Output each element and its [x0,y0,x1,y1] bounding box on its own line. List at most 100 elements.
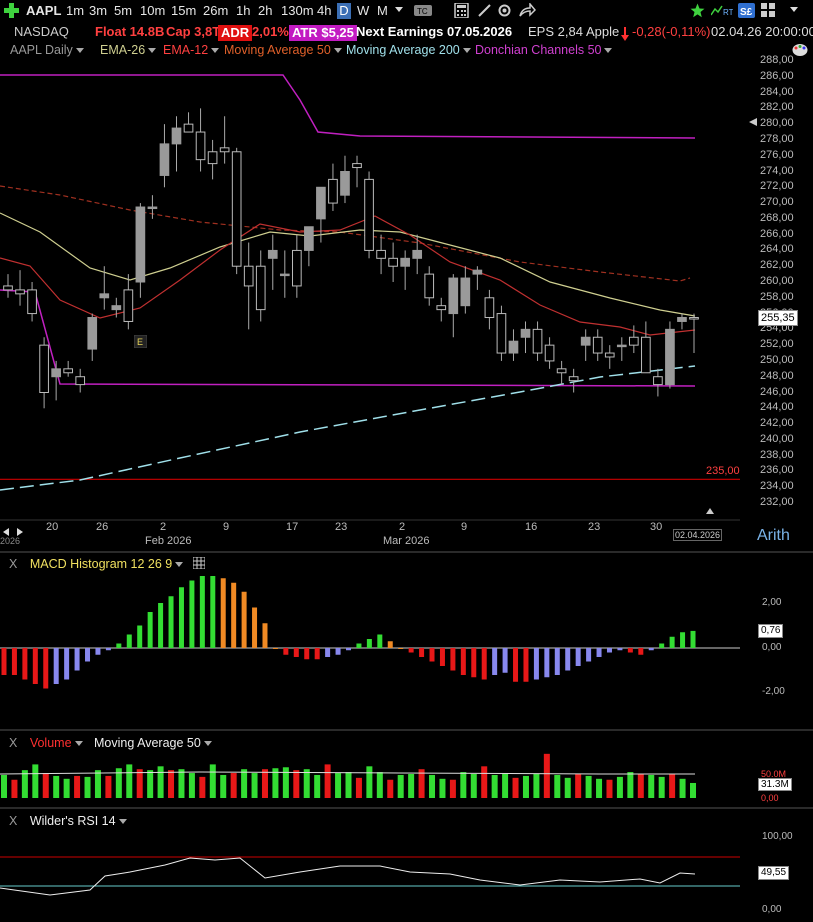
rsi-close-button[interactable]: X [9,814,17,828]
candle-body [195,131,206,161]
volume-bar [293,770,300,798]
volume-bar [335,773,342,798]
macd-bar [439,648,445,666]
price-tick: 280,00 [760,117,794,130]
macd-bar [575,648,581,666]
scroll-up-icon[interactable] [706,508,714,514]
volume-bar [575,774,582,798]
macd-last-box: 0,76 [758,624,784,638]
volume-bar [230,773,237,798]
svg-text:E: E [137,337,143,347]
macd-bar [325,648,331,657]
price-tick: 268,00 [760,211,794,224]
volume-bar [481,766,488,798]
price-tick: 278,00 [760,132,794,145]
macd-bar [627,648,633,653]
time-tick: 26 [96,521,109,533]
volume-bar [606,779,613,798]
volume-bar [429,774,436,798]
price-tick: 286,00 [760,69,794,82]
volume-bar [1,774,7,798]
candle-body [219,147,230,153]
macd-bar [74,648,80,671]
volume-bar [512,777,519,798]
candle-body [87,317,98,350]
macd-bar [606,648,612,653]
macd-bar [408,648,414,653]
candle-body [677,317,687,322]
macd-bar [450,648,456,671]
price-tick: 234,00 [760,480,794,493]
time-tick: 2 [160,521,167,533]
candle-body [424,273,435,299]
volume-bar [209,764,216,798]
candle-body [364,178,374,251]
macd-bar [346,648,351,651]
macd-bar [168,596,174,648]
time-tick: 30 [650,521,663,533]
macd-bar [638,648,644,655]
price-tick: 262,00 [760,259,794,272]
scroll-arrows-icon[interactable] [3,528,23,536]
candle-body [388,257,398,267]
rsi-title[interactable]: Wilder's RSI 14 [30,814,116,828]
price-tick: 240,00 [760,432,794,445]
candle-body [340,171,350,196]
expand-icon[interactable] [749,118,757,126]
volume-bar [314,774,321,798]
macd-bar [669,636,675,648]
candle-body [689,317,699,320]
price-tick: 248,00 [760,369,794,382]
volume-close-button[interactable]: X [9,736,17,750]
volume-ma-title[interactable]: Moving Average 50 [94,736,201,750]
macd-grid-icon[interactable] [192,556,206,572]
macd-bar [105,648,111,651]
macd-bar [617,648,623,651]
donchian-upper [0,74,696,139]
macd-bar [189,580,195,648]
volume-bar [439,778,446,798]
volume-bar [63,778,70,798]
volume-bar [387,779,394,798]
price-tick: 264,00 [760,243,794,256]
macd-bar [398,648,404,649]
macd-close-button[interactable]: X [9,557,17,571]
price-tick: 236,00 [760,464,794,477]
candle-body [15,289,25,295]
scale-mode[interactable]: Arith [757,527,790,545]
volume-bar [53,775,60,798]
volume-title[interactable]: Volume [30,736,72,750]
volume-bar [648,774,655,798]
price-tick: 274,00 [760,164,794,177]
macd-title[interactable]: MACD Histogram 12 26 9 [30,557,172,571]
candle-body [448,277,459,315]
macd-bar [690,630,696,648]
volume-bar [460,772,467,798]
candle-body [460,277,471,307]
price-tick: 232,00 [760,496,794,508]
volume-bar [282,767,289,798]
volume-bar [366,766,373,798]
price-tick: 270,00 [760,196,794,209]
volume-bar [627,772,634,798]
earnings-marker[interactable]: E [134,335,147,348]
macd-bar [513,648,519,682]
volume-bar [178,769,185,798]
volume-bar [669,774,676,798]
candle-body [316,186,326,220]
time-tick: 9 [461,521,468,533]
month-feb: Feb 2026 [145,535,192,547]
rsi-header: X Wilder's RSI 14 [9,814,127,828]
macd-bar [95,648,101,655]
month-mar: Mar 2026 [383,535,430,547]
chart-canvas[interactable] [0,0,813,922]
price-tick: 252,00 [760,338,794,351]
macd-bar [471,648,477,678]
volume-bar [345,772,352,798]
macd-bar [596,648,602,657]
macd-bar [199,576,205,648]
volume-bar [168,770,175,798]
price-tick: 258,00 [760,290,794,303]
candle-body [183,123,194,133]
time-tick: 17 [286,521,299,533]
